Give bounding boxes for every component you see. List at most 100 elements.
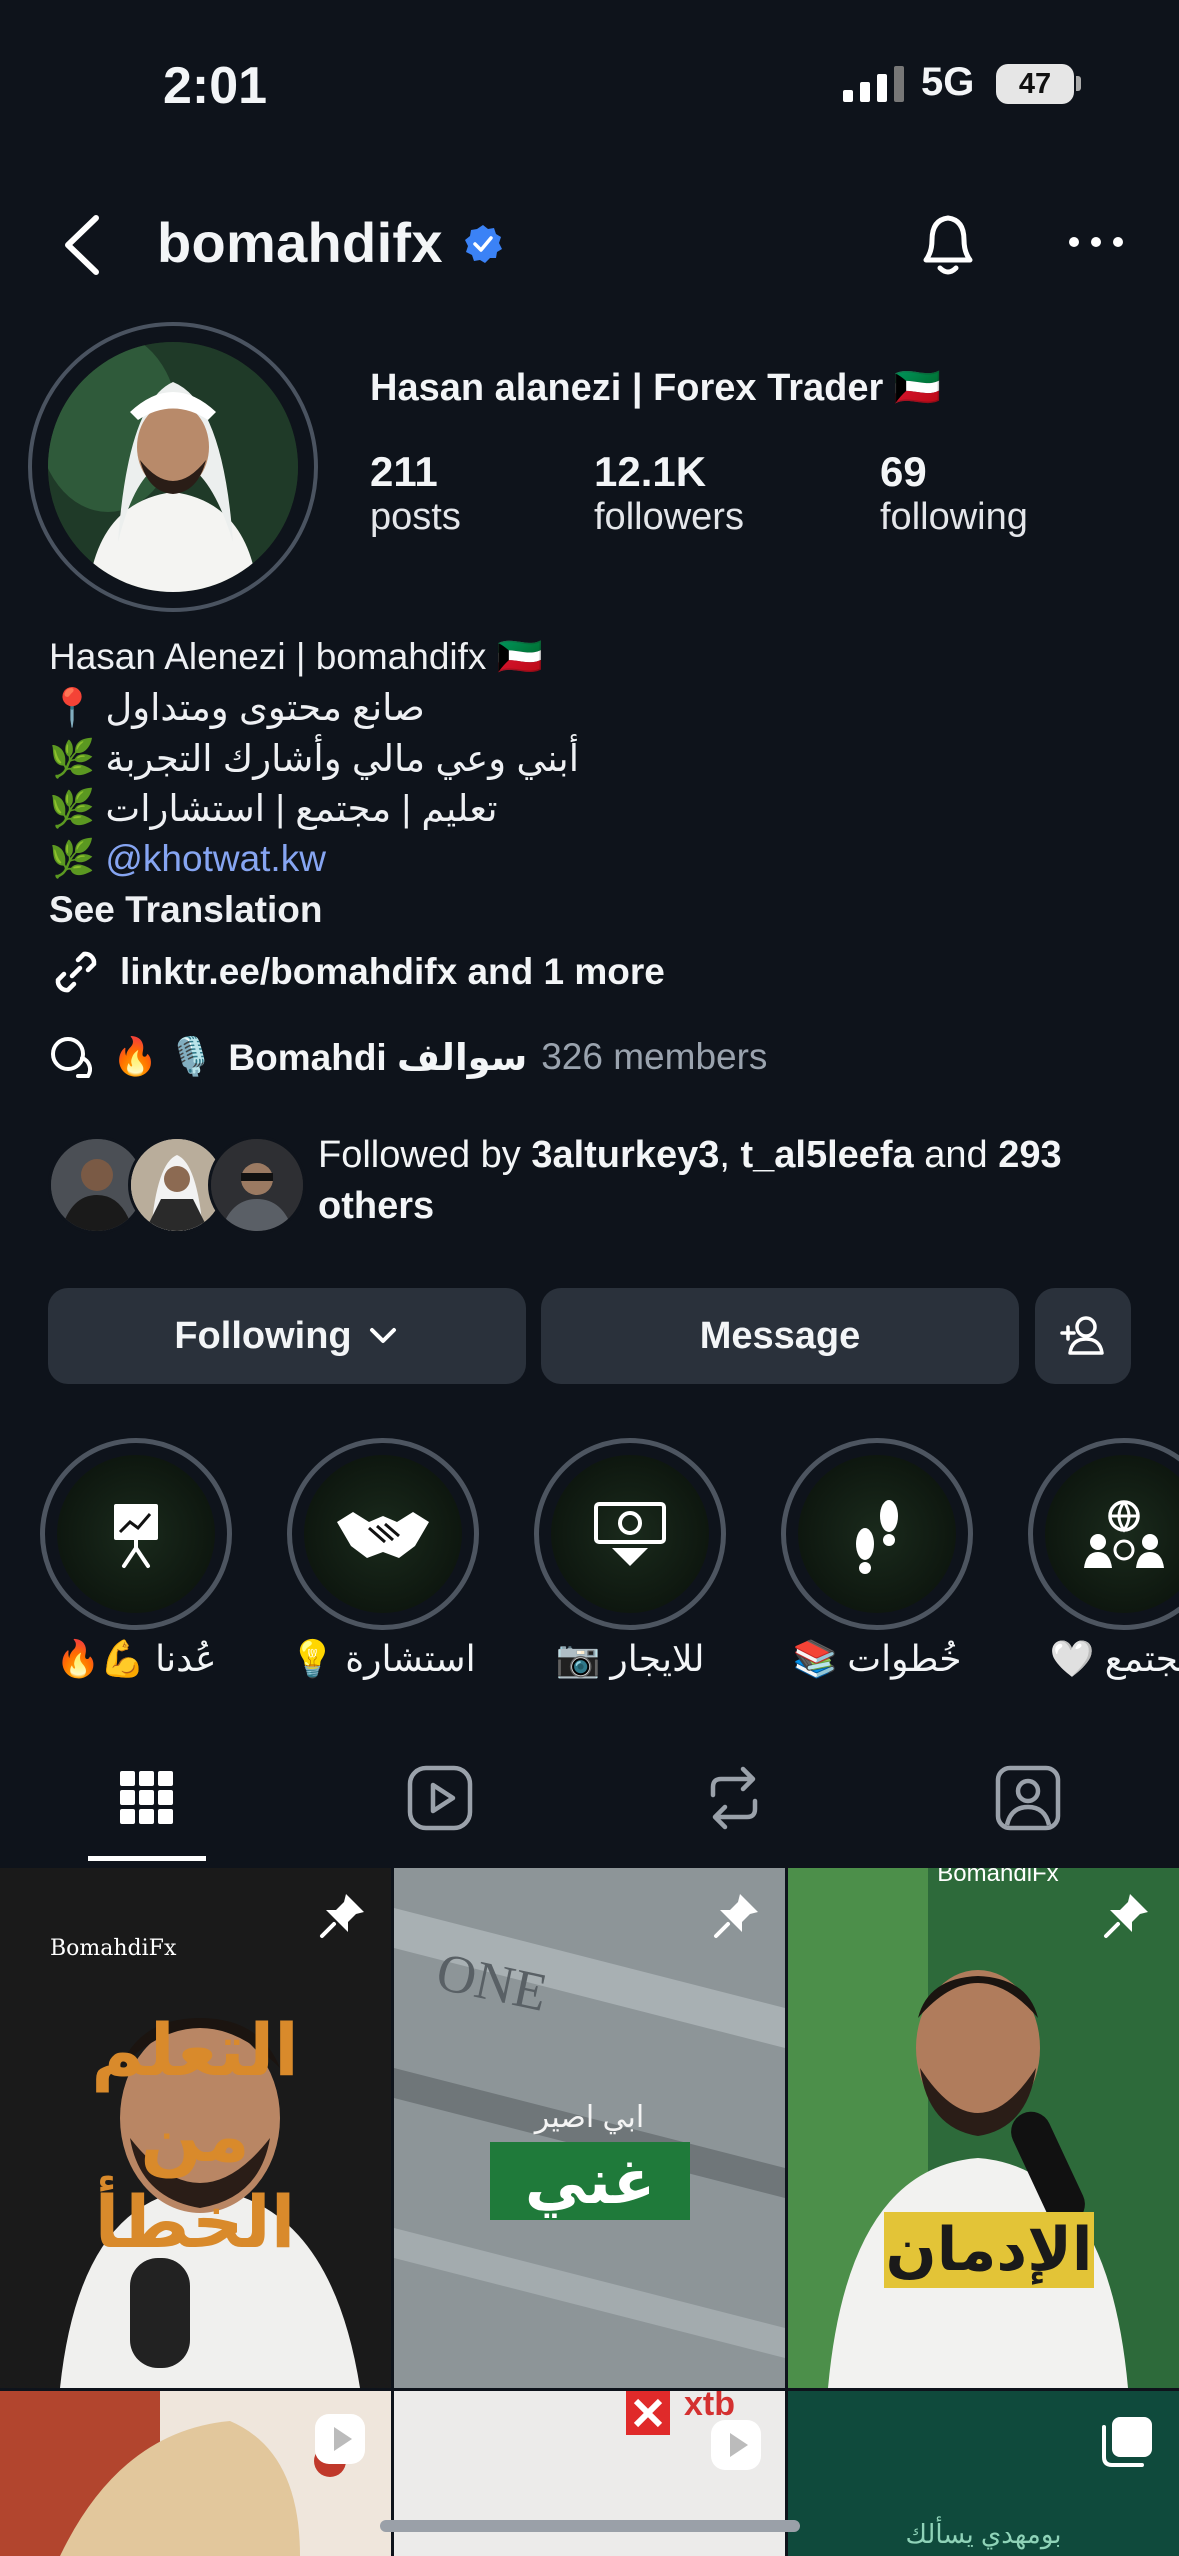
tab-tagged[interactable] [988,1762,1068,1834]
followed-by-separator: , [719,1134,730,1176]
reel-icon [711,2420,761,2470]
followed-by-prefix: Followed by [318,1134,521,1176]
profile-username: bomahdifx [157,211,443,274]
following-stat[interactable]: 69 following [880,448,1028,539]
highlight-ring [1028,1438,1179,1630]
channel-members: 326 members [541,1036,768,1077]
avatar [208,1136,306,1234]
back-button[interactable] [58,210,108,280]
bell-icon [923,215,973,275]
highlight-item[interactable] [40,1438,232,1630]
posts-count: 211 [370,448,438,495]
reel-icon [315,2414,365,2464]
following-count: 69 [880,448,927,495]
see-translation-link[interactable]: See Translation [49,889,323,931]
add-person-icon [1060,1316,1104,1355]
highlight-label: عُدنا 💪🔥 [55,1638,217,1679]
mutual-followers-avatars[interactable] [48,1136,306,1234]
highlight-label: للايجار 📷 [555,1638,705,1679]
highlight-cover [1045,1455,1179,1613]
grid-post[interactable]: بومهدي يسألك [788,2391,1179,2556]
bio-mention-link[interactable]: @khotwat.kw [105,838,326,879]
message-button-label: Message [699,1314,861,1357]
verified-badge-icon [465,225,502,263]
carousel-icon [1102,2417,1152,2467]
profile-display-name: Hasan alanezi | Forex Trader 🇰🇼 [370,367,942,409]
highlight-item[interactable] [287,1438,479,1630]
banknote-icon [594,1502,666,1566]
more-options-button[interactable] [1068,230,1124,254]
footprints-icon [856,1500,898,1574]
highlight-cover [304,1455,462,1613]
tab-grid[interactable] [88,1762,206,1834]
bio-external-link[interactable]: linktr.ee/bomahdifx and 1 more [48,944,665,1000]
broadcast-channel[interactable]: 🔥 🎙️ Bomahdi سوالف 326 members [48,1032,767,1082]
avatar[interactable] [48,342,298,592]
notifications-button[interactable] [912,206,984,282]
pin-icon [1104,1894,1148,1938]
followers-label: followers [594,496,744,538]
grid-icon [120,1771,173,1824]
grid-post[interactable]: BomahdiFx التعلم من الخطأ [0,1868,391,2388]
following-button-label: Following [174,1314,352,1357]
post-thumbnail [788,1868,1179,2388]
suggested-users-button[interactable] [1035,1288,1131,1384]
highlight-cover [798,1455,956,1613]
following-button[interactable]: Following [48,1288,526,1384]
bio-line-1: Hasan Alenezi | bomahdifx 🇰🇼 [49,636,543,677]
followers-count: 12.1K [594,448,707,495]
highlight-cover [551,1455,709,1613]
cellular-signal-icon [843,64,904,102]
channel-name: Bomahdi سوالف [228,1036,528,1078]
highlight-item[interactable] [1028,1438,1179,1630]
profile-photo [48,342,298,592]
grid-post[interactable]: BomahdiFx الإدمان [788,1868,1179,2388]
post-small-caption: ابي اصير [534,2101,645,2134]
bio-line-4: 🌿 تعليم | مجتمع | استشارات [49,788,498,829]
following-label: following [880,496,1028,538]
grid-post[interactable]: ONE ابي اصير غني [394,1868,785,2388]
bio-line-5: 🌿 @khotwat.kw [49,838,326,881]
post-watermark: BomahdiFx [937,1868,1059,1887]
home-indicator[interactable] [380,2520,800,2532]
highlight-item[interactable] [534,1438,726,1630]
link-icon [55,951,97,993]
followed-by-user-2: t_al5leefa [740,1134,914,1176]
followed-by-others: others [318,1185,435,1227]
highlight-label: استشارة 💡 [290,1638,476,1679]
broadcast-channel-icon [51,1037,92,1078]
grid-post[interactable] [0,2391,391,2556]
followed-by-text[interactable]: Followed by 3alturkey3, t_al5leefa and 2… [318,1130,1158,1232]
tagged-person-icon [995,1765,1061,1831]
story-highlights: عُدنا 💪🔥 استشارة 💡 للايجار 📷 خُطوات 📚 جت… [40,1438,1179,1698]
status-time: 2:01 [163,57,268,115]
message-button[interactable]: Message [541,1288,1019,1384]
highlight-ring [534,1438,726,1630]
highlight-ring [781,1438,973,1630]
bio-line-2: 📍 صانع محتوى ومتداول [49,687,425,728]
reels-play-icon [407,1765,473,1831]
chevron-left-icon [65,215,99,275]
repost-icon [710,1766,758,1830]
highlight-cover [57,1455,215,1613]
highlight-item[interactable] [781,1438,973,1630]
followed-by-and: and [924,1134,988,1176]
pin-icon [320,1894,364,1938]
battery-tip [1076,76,1081,91]
network-type: 5G [921,60,975,104]
highlight-label: خُطوات 📚 [792,1638,962,1679]
chart-board-icon [114,1504,158,1568]
tab-reels[interactable] [400,1762,480,1834]
followers-stat[interactable]: 12.1K followers [594,448,744,539]
community-globe-icon [1084,1500,1164,1568]
highlight-ring [40,1438,232,1630]
battery-icon: 47 [996,64,1074,104]
highlight-label: مجتمع 🤍 [1049,1638,1179,1679]
posts-label: posts [370,496,461,538]
more-horizontal-icon [1069,237,1123,247]
active-tab-indicator [88,1856,206,1861]
followed-by-user-1: 3alturkey3 [531,1134,720,1176]
battery-level: 47 [1018,67,1052,100]
tab-reposts[interactable] [694,1762,774,1834]
posts-stat[interactable]: 211 posts [370,448,461,539]
